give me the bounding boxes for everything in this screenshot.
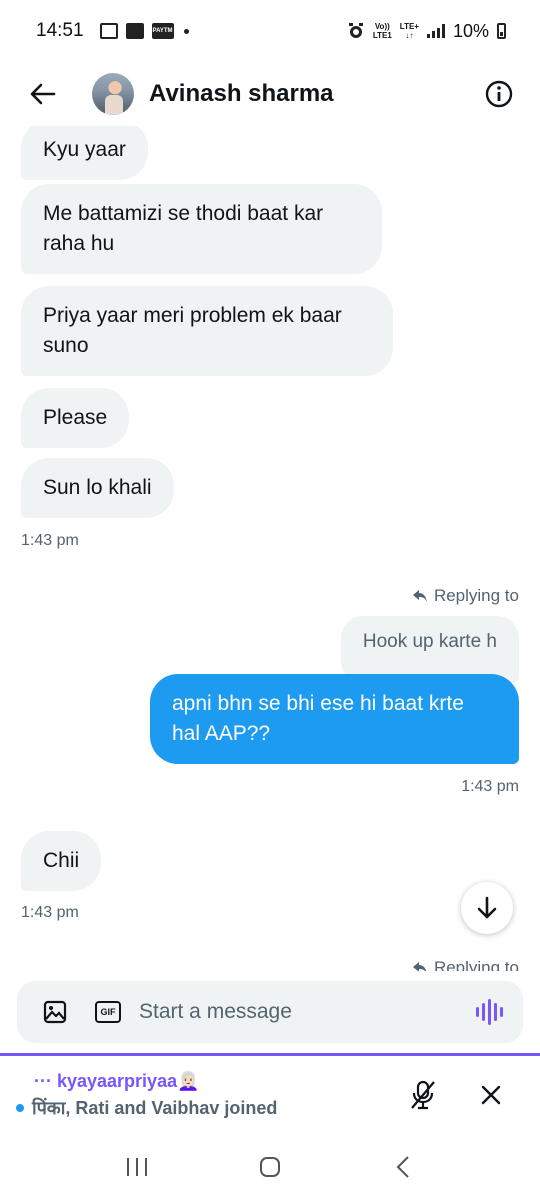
conversation-header: Avinash sharma bbox=[0, 62, 540, 126]
replying-to-label: Replying to bbox=[412, 586, 519, 606]
battery-icon bbox=[497, 23, 506, 39]
close-space-button[interactable] bbox=[476, 1080, 506, 1110]
message-bubble-received[interactable]: Me battamizi se thodi baat kar raha hu bbox=[21, 184, 382, 274]
gallery-notification-icon bbox=[99, 23, 118, 39]
message-list[interactable]: Kyu yaar Me battamizi se thodi baat kar … bbox=[0, 126, 540, 971]
close-icon bbox=[481, 1085, 501, 1105]
space-participants: पिंका, Rati and Vaibhav joined bbox=[32, 1097, 278, 1118]
status-time: 14:51 bbox=[36, 20, 84, 41]
battery-percentage: 10% bbox=[452, 20, 489, 41]
reply-arrow-icon bbox=[412, 590, 427, 602]
recent-apps-button[interactable] bbox=[117, 1147, 157, 1187]
quoted-message[interactable]: Hook up karte h bbox=[340, 616, 519, 683]
back-button[interactable] bbox=[28, 79, 58, 109]
scroll-to-bottom-button[interactable] bbox=[461, 882, 513, 934]
back-nav-button[interactable] bbox=[383, 1147, 423, 1187]
status-bar: 14:51 PAYTM Vo)) LTE1 LTE+ ↓↑ 10% bbox=[0, 0, 540, 62]
mic-off-icon bbox=[411, 1080, 435, 1110]
reply-arrow-icon bbox=[412, 962, 427, 971]
message-bubble-received[interactable]: Priya yaar meri problem ek baar suno bbox=[21, 286, 393, 376]
home-button[interactable] bbox=[250, 1147, 290, 1187]
message-timestamp: 1:43 pm bbox=[21, 532, 79, 549]
gif-button[interactable]: GIF bbox=[95, 1001, 121, 1023]
signal-strength-icon bbox=[426, 24, 445, 38]
message-bubble-sent[interactable]: apni bhn se bhi ese hi baat krte hal AAP… bbox=[150, 674, 519, 764]
arrow-left-icon bbox=[30, 83, 56, 105]
message-bubble-received[interactable]: Please bbox=[21, 388, 130, 448]
live-dot-icon bbox=[16, 1103, 24, 1112]
replying-to-label: Replying to bbox=[412, 958, 519, 971]
space-title: ··· kyayaarpriyaa👩🏻‍🦳 bbox=[34, 1070, 200, 1091]
volte-indicator: Vo)) LTE1 bbox=[372, 22, 392, 40]
message-composer: GIF bbox=[17, 981, 523, 1043]
mute-button[interactable] bbox=[408, 1080, 438, 1110]
space-bar[interactable]: ··· kyayaarpriyaa👩🏻‍🦳 पिंका, Rati and Va… bbox=[0, 1056, 540, 1134]
info-icon bbox=[485, 80, 513, 108]
conversation-title[interactable]: Avinash sharma bbox=[149, 80, 334, 108]
message-timestamp: 1:43 pm bbox=[461, 778, 519, 795]
message-timestamp: 1:43 pm bbox=[21, 904, 79, 921]
chevron-left-icon bbox=[396, 1156, 410, 1178]
more-notifications-dot-icon bbox=[183, 28, 189, 34]
image-icon bbox=[43, 1000, 67, 1024]
lte-indicator: LTE+ ↓↑ bbox=[399, 22, 419, 40]
avatar[interactable] bbox=[92, 73, 134, 115]
info-button[interactable] bbox=[484, 79, 514, 109]
system-navigation-bar bbox=[0, 1134, 540, 1200]
media-button[interactable] bbox=[41, 998, 69, 1026]
message-input[interactable] bbox=[139, 1000, 476, 1024]
message-bubble-received[interactable]: Kyu yaar bbox=[21, 126, 148, 180]
voice-message-icon[interactable] bbox=[476, 999, 503, 1025]
home-icon bbox=[259, 1157, 280, 1177]
alarm-icon bbox=[348, 23, 363, 38]
paytm-notification-icon: PAYTM bbox=[151, 23, 174, 39]
mail-notification-icon bbox=[125, 23, 144, 39]
message-bubble-received[interactable]: Sun lo khali bbox=[21, 458, 174, 518]
arrow-down-icon bbox=[477, 896, 497, 919]
recent-apps-icon bbox=[126, 1158, 147, 1176]
message-bubble-received[interactable]: Chii bbox=[21, 831, 102, 891]
